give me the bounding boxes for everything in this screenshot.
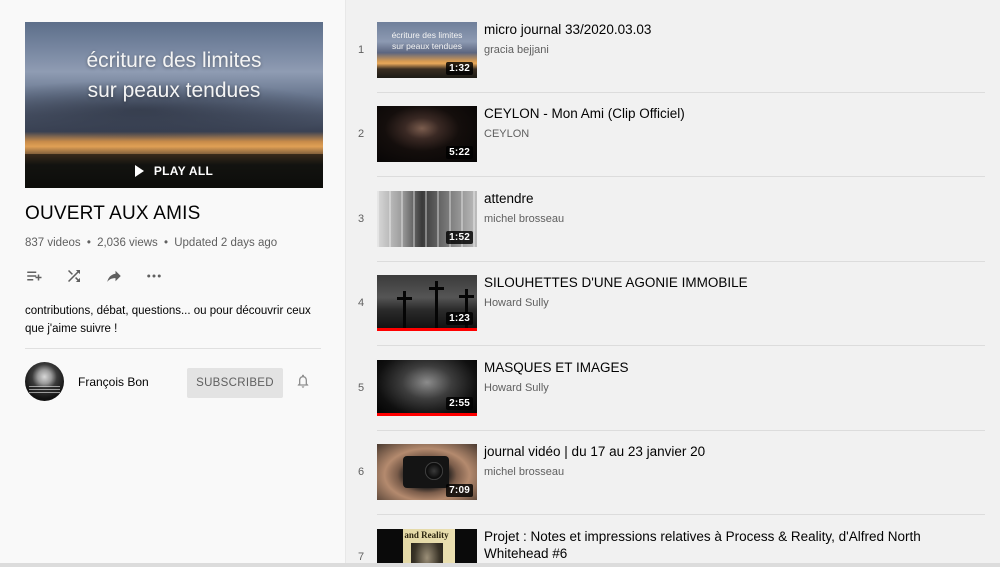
hero-title: écriture des limites sur peaux tendues	[25, 46, 323, 106]
list-item[interactable]: 3 1:52 attendre michel brosseau	[347, 169, 1000, 262]
video-thumbnail[interactable]: and Reality	[377, 529, 477, 567]
video-channel[interactable]: michel brosseau	[484, 466, 564, 478]
video-thumbnail[interactable]: 7:09	[377, 444, 477, 500]
stats-separator: •	[164, 237, 169, 249]
playlist-actions	[24, 266, 164, 286]
play-all-button[interactable]: PLAY ALL	[25, 154, 323, 188]
duration-badge: 2:55	[446, 397, 473, 410]
list-item[interactable]: 4 1:23 SILOUHETTES D'UNE AGONIE IMMOBILE…	[347, 253, 1000, 346]
cross-silhouette	[429, 281, 444, 331]
more-icon[interactable]	[144, 266, 164, 286]
subscribe-button[interactable]: SUBSCRIBED	[187, 368, 283, 398]
video-thumbnail[interactable]: 2:55	[377, 360, 477, 416]
watch-progress	[377, 328, 477, 331]
divider	[25, 348, 321, 349]
video-title[interactable]: micro journal 33/2020.03.03	[484, 21, 984, 38]
camera-image	[403, 456, 449, 488]
video-thumbnail[interactable]: 5:22	[377, 106, 477, 162]
item-index: 5	[357, 382, 365, 394]
video-channel[interactable]: michel brosseau	[484, 213, 564, 225]
item-index: 6	[357, 466, 365, 478]
item-index: 3	[357, 213, 365, 225]
list-item[interactable]: 1 écriture des limites sur peaux tendues…	[347, 0, 1000, 93]
playlist-video-list: 1 écriture des limites sur peaux tendues…	[347, 0, 1000, 567]
owner-name[interactable]: François Bon	[78, 375, 149, 389]
bottom-edge	[0, 563, 1000, 567]
video-title[interactable]: journal vidéo | du 17 au 23 janvier 20	[484, 443, 984, 460]
duration-badge: 1:32	[446, 62, 473, 75]
updated-text: Updated 2 days ago	[174, 237, 278, 249]
video-count: 837 videos	[25, 237, 81, 249]
video-thumbnail[interactable]: écriture des limites sur peaux tendues 1…	[377, 22, 477, 78]
duration-badge: 1:52	[446, 231, 473, 244]
playlist-stats: 837 videos • 2,036 views • Updated 2 day…	[25, 237, 277, 249]
view-count: 2,036 views	[97, 237, 158, 249]
list-item[interactable]: 7 and Reality Projet : Notes et impressi…	[347, 507, 1000, 567]
item-index: 4	[357, 297, 365, 309]
shuffle-icon[interactable]	[64, 266, 84, 286]
youtube-playlist-page: écriture des limites sur peaux tendues P…	[0, 0, 1000, 567]
avatar[interactable]	[25, 362, 64, 401]
video-channel[interactable]: Howard Sully	[484, 382, 549, 394]
thumbnail-text-line1: écriture des limites	[391, 30, 463, 40]
hero-title-line1: écriture des limites	[86, 49, 262, 72]
thumbnail-text-line2: sur peaux tendues	[392, 41, 462, 51]
list-item[interactable]: 2 5:22 CEYLON - Mon Ami (Clip Officiel) …	[347, 84, 1000, 177]
bell-icon[interactable]	[295, 373, 313, 391]
item-index: 7	[357, 551, 365, 563]
video-thumbnail[interactable]: 1:52	[377, 191, 477, 247]
playlist-sidebar: écriture des limites sur peaux tendues P…	[0, 0, 346, 567]
video-title[interactable]: SILOUHETTES D'UNE AGONIE IMMOBILE	[484, 274, 984, 291]
playlist-hero-thumbnail[interactable]: écriture des limites sur peaux tendues P…	[25, 22, 323, 188]
thumbnail-text: écriture des limites sur peaux tendues	[377, 30, 477, 52]
share-icon[interactable]	[104, 266, 124, 286]
playlist-description: contributions, débat, questions... ou po…	[25, 305, 311, 335]
video-title[interactable]: Projet : Notes et impressions relatives …	[484, 528, 984, 562]
watch-progress	[377, 413, 477, 416]
thumbnail-text: and Reality	[404, 530, 449, 540]
video-thumbnail[interactable]: 1:23	[377, 275, 477, 331]
cross-silhouette	[397, 291, 412, 331]
duration-badge: 1:23	[446, 312, 473, 325]
duration-badge: 7:09	[446, 484, 473, 497]
item-index: 2	[357, 128, 365, 140]
duration-badge: 5:22	[446, 146, 473, 159]
video-channel[interactable]: gracia bejjani	[484, 44, 549, 56]
playlist-owner: François Bon SUBSCRIBED	[25, 362, 321, 402]
video-title[interactable]: CEYLON - Mon Ami (Clip Officiel)	[484, 105, 984, 122]
video-channel[interactable]: Howard Sully	[484, 297, 549, 309]
item-index: 1	[357, 44, 365, 56]
video-channel[interactable]: CEYLON	[484, 128, 529, 140]
video-title[interactable]: MASQUES ET IMAGES	[484, 359, 984, 376]
add-to-queue-icon[interactable]	[24, 266, 44, 286]
play-all-label: PLAY ALL	[153, 164, 214, 178]
list-item[interactable]: 5 2:55 MASQUES ET IMAGES Howard Sully	[347, 338, 1000, 431]
hero-title-line2: sur peaux tendues	[87, 79, 261, 102]
play-icon	[134, 165, 144, 177]
playlist-title: OUVERT AUX AMIS	[25, 203, 201, 224]
list-item[interactable]: 6 7:09 journal vidéo | du 17 au 23 janvi…	[347, 422, 1000, 515]
video-title[interactable]: attendre	[484, 190, 984, 207]
stats-separator: •	[86, 237, 91, 249]
